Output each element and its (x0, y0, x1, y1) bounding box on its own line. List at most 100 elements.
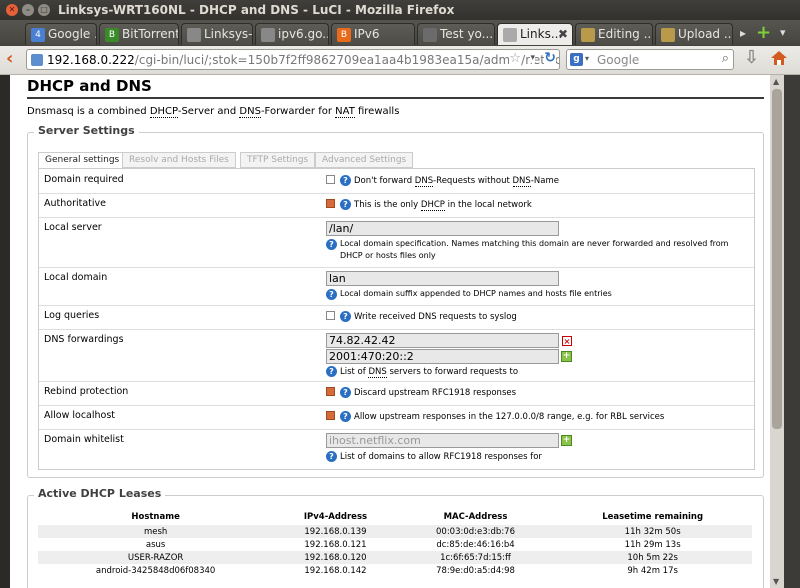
back-arrow-icon[interactable]: ‹ (6, 48, 13, 69)
window-close-icon[interactable]: ✕ (6, 4, 18, 16)
rebind-protection-checkbox[interactable] (326, 387, 335, 396)
column-header-mac: MAC-Address (443, 512, 508, 522)
dns-forwardings-hint: List of DNS servers to forward requests … (340, 367, 519, 378)
dns-forwarding-input-1[interactable]: 74.82.42.42 (326, 333, 559, 348)
lease-hostname: android-3425848d06f08340 (38, 564, 274, 577)
domain-required-label: Domain required (44, 174, 124, 185)
server-settings-legend: Server Settings (34, 124, 139, 137)
url-dropdown-icon[interactable]: ▾ (530, 53, 535, 63)
authoritative-row: Authoritative ? This is the only DHCP in… (39, 193, 754, 218)
rebind-protection-label: Rebind protection (44, 386, 129, 397)
local-domain-input[interactable]: lan (326, 271, 559, 286)
lease-ipv4: 192.168.0.121 (273, 538, 398, 551)
allow-localhost-label: Allow localhost (44, 410, 116, 421)
help-icon: ? (340, 175, 351, 186)
allow-localhost-checkbox[interactable] (326, 411, 335, 420)
dhcp-leases-table: Hostname IPv4-Address MAC-Address Leaset… (38, 509, 752, 577)
authoritative-label: Authoritative (44, 198, 107, 209)
page-icon (503, 28, 517, 42)
downloads-arrow-icon[interactable]: ⇩ (744, 47, 759, 68)
allow-localhost-row: Allow localhost ? Allow upstream respons… (39, 405, 754, 430)
lease-mac: 78:9e:d0:a5:d4:98 (397, 564, 554, 577)
scrollbar-thumb[interactable] (772, 89, 782, 429)
column-header-leasetime: Leasetime remaining (602, 512, 704, 522)
bookmark-star-icon[interactable]: ☆ (509, 51, 521, 66)
browser-tab[interactable]: Links... ✖ (497, 23, 573, 45)
local-domain-hint: Local domain suffix appended to DHCP nam… (340, 289, 612, 298)
browser-tab[interactable]: Upload ... (655, 23, 733, 45)
dns-forwarding-input-2[interactable]: 2001:470:20::2 (326, 349, 559, 364)
page-icon (261, 28, 275, 42)
local-server-input[interactable]: /lan/ (326, 221, 559, 236)
browser-tab-strip: 4Google ...BBitTorrent Linksys-...ipv6.go… (0, 20, 800, 46)
domain-whitelist-label: Domain whitelist (44, 434, 124, 445)
tab-tftp-settings[interactable]: TFTP Settings (240, 152, 316, 168)
search-magnifier-icon[interactable]: ⌕ (722, 51, 729, 66)
browser-tab[interactable]: ipv6.go... (255, 23, 329, 45)
search-box[interactable]: g ▾ Google ⌕ (566, 49, 734, 70)
local-server-hint: Local domain specification. Names matchi… (340, 239, 729, 260)
browser-tab-label: Upload ... (678, 27, 733, 41)
google-search-engine-icon[interactable]: g (570, 53, 583, 66)
desktop-background-left (0, 75, 10, 588)
edit-icon (661, 28, 675, 42)
column-header-ipv4: IPv4-Address (303, 512, 368, 522)
search-engine-dropdown-icon[interactable]: ▾ (585, 54, 589, 63)
authoritative-checkbox[interactable] (326, 199, 335, 208)
lease-hostname: mesh (38, 525, 274, 538)
navigation-toolbar: ‹ 192.168.0.222/cgi-bin/luci/;stok=150b7… (0, 46, 800, 75)
table-row: USER-RAZOR 192.168.0.120 1c:6f:65:7d:15:… (38, 551, 752, 564)
browser-tab[interactable]: Linksys-... (181, 23, 253, 45)
page-title: DHCP and DNS (27, 77, 152, 95)
browser-tab[interactable]: Editing ... (575, 23, 653, 45)
tab-close-icon[interactable]: ✖ (558, 27, 568, 41)
scroll-down-icon[interactable]: ▼ (773, 577, 779, 586)
url-bar[interactable]: 192.168.0.222/cgi-bin/luci/;stok=150b7f2… (26, 49, 560, 70)
tab-general-settings[interactable]: General settings (38, 152, 127, 169)
home-icon[interactable] (770, 49, 788, 67)
local-server-label: Local server (44, 222, 102, 233)
rebind-protection-row: Rebind protection ? Discard upstream RFC… (39, 381, 754, 406)
page-description: Dnsmasq is a combined DHCP-Server and DN… (27, 106, 400, 118)
search-placeholder: Google (597, 53, 640, 67)
lease-mac: dc:85:de:46:16:b4 (397, 538, 554, 551)
browser-tab-label: Test yo... (440, 27, 494, 41)
lease-hostname: asus (38, 538, 274, 551)
url-path: /cgi-bin/luci/;stok=150b7f2ff9862709ea1a… (134, 53, 560, 67)
domain-required-checkbox[interactable] (326, 175, 335, 184)
domain-required-text: Don't forward DNS-Requests without DNS-N… (354, 176, 559, 187)
domain-whitelist-input[interactable]: ihost.netflix.com (326, 433, 559, 448)
tab-list-icon[interactable]: ▾ (780, 26, 786, 39)
desktop-background-right (784, 75, 800, 588)
browser-tab[interactable]: 4Google ... (25, 23, 97, 45)
table-row: android-3425848d06f08340 192.168.0.142 7… (38, 564, 752, 577)
browser-tab[interactable]: B BitTorrent (99, 23, 179, 45)
browser-tab[interactable]: Test yo... (417, 23, 495, 45)
window-maximize-icon[interactable]: □ (38, 4, 50, 16)
browser-tab-label: IPv6 (354, 27, 380, 41)
help-icon: ? (340, 311, 351, 322)
scroll-up-icon[interactable]: ▲ (773, 77, 779, 86)
window-minimize-icon[interactable]: – (22, 4, 34, 16)
site-identity-icon[interactable] (31, 54, 43, 66)
add-entry-icon[interactable]: + (561, 351, 572, 362)
tab-resolv-hosts-files[interactable]: Resolv and Hosts Files (122, 152, 236, 168)
help-icon: ? (340, 411, 351, 422)
reload-icon[interactable]: ↻ (544, 50, 556, 66)
remove-entry-icon[interactable]: × (562, 336, 572, 346)
add-entry-icon[interactable]: + (561, 435, 572, 446)
tab-advanced-settings[interactable]: Advanced Settings (315, 152, 414, 168)
page-scrollbar[interactable]: ▲ ▼ (770, 75, 784, 588)
log-queries-checkbox[interactable] (326, 311, 335, 320)
log-queries-label: Log queries (44, 310, 100, 321)
browser-tab[interactable]: B IPv6 (331, 23, 415, 45)
tab-scroll-right-icon[interactable]: ▸ (740, 26, 746, 40)
table-row: mesh 192.168.0.139 00:03:0d:e3:db:76 11h… (38, 525, 752, 538)
browser-tab-label: Linksys-... (204, 27, 253, 41)
active-dhcp-leases-legend: Active DHCP Leases (34, 487, 166, 500)
browser-tab-label: BitTorrent (122, 27, 179, 41)
lease-time: 10h 5m 22s (553, 551, 752, 564)
lease-ipv4: 192.168.0.139 (273, 525, 398, 538)
browser-tab-label: Google ... (48, 27, 96, 41)
new-tab-icon[interactable]: + (756, 22, 771, 43)
